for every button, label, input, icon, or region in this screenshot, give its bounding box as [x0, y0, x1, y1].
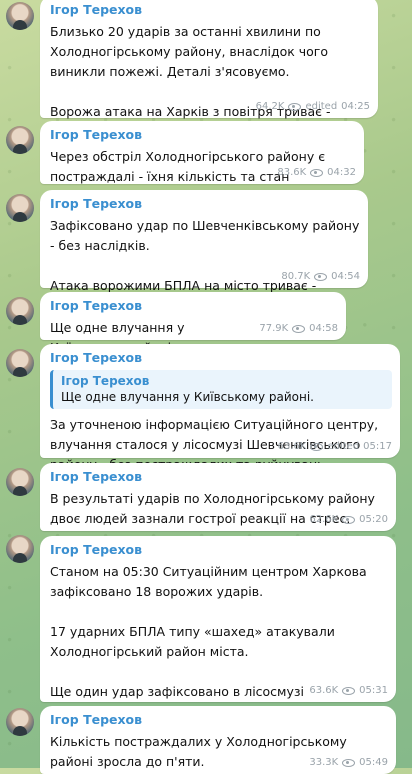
author-name[interactable]: Ігор Терехов: [50, 2, 370, 18]
views-count: 80.7K: [281, 271, 311, 282]
eye-icon: [310, 442, 324, 451]
message-bubble[interactable]: Ігор Терехов В результаті ударів по Холо…: [40, 463, 396, 531]
message-bubble[interactable]: Ігор Терехов Зафіксовано удар по Шевченк…: [40, 190, 368, 313]
edited-label: edited: [327, 441, 360, 452]
message-time: 04:54: [331, 271, 360, 282]
views-count: 63.6K: [309, 685, 339, 696]
eye-icon: [310, 168, 324, 177]
eye-icon: [342, 758, 356, 767]
avatar[interactable]: [6, 349, 34, 377]
avatar[interactable]: [6, 708, 34, 736]
message-meta: 77.9K 04:58: [259, 323, 338, 334]
avatar[interactable]: [6, 535, 34, 563]
message-time: 04:58: [309, 323, 338, 334]
message-meta: 80.7K 04:54: [281, 271, 360, 282]
edited-label: edited: [305, 101, 338, 112]
author-name[interactable]: Ігор Терехов: [50, 298, 338, 314]
author-name[interactable]: Ігор Терехов: [50, 469, 388, 485]
message-meta: 63.6K edited 05:17: [278, 441, 392, 452]
message-meta: 62.6K 05:20: [309, 514, 388, 525]
author-name[interactable]: Ігор Терехов: [50, 712, 388, 728]
eye-icon: [342, 515, 356, 524]
message-meta: 33.3K 05:49: [309, 757, 388, 768]
message-bubble[interactable]: Ігор Терехов Через обстріл Холодногірськ…: [40, 121, 364, 204]
views-count: 62.6K: [309, 514, 339, 525]
message-meta: 64.2K edited 04:25: [256, 101, 370, 112]
message-time: 05:20: [359, 514, 388, 525]
message-time: 05:31: [359, 685, 388, 696]
message-bubble[interactable]: Ігор Терехов Близько 20 ударів за останн…: [40, 0, 378, 139]
views-count: 83.6K: [277, 167, 307, 178]
views-count: 77.9K: [259, 323, 289, 334]
author-name[interactable]: Ігор Терехов: [50, 196, 360, 212]
avatar[interactable]: [6, 297, 34, 325]
quote-author: Ігор Терехов: [61, 374, 150, 388]
avatar[interactable]: [6, 194, 34, 222]
views-count: 63.6K: [277, 441, 307, 452]
message-bubble[interactable]: Ігор Терехов Ще одне влучання у Київсько…: [40, 292, 346, 355]
author-name[interactable]: Ігор Терехов: [50, 542, 388, 558]
message-bubble[interactable]: Ігор Терехов Кількість постраждалих у Хо…: [40, 706, 396, 774]
message-text: Станом на 05:30 Ситуаційним центром Харк…: [50, 564, 367, 719]
message-time: 04:25: [341, 101, 370, 112]
eye-icon: [342, 686, 356, 695]
message-meta: 63.6K 05:31: [309, 685, 388, 696]
quote-text: Ще одне влучання у Київському районі.: [61, 390, 314, 404]
views-count: 64.2K: [255, 101, 285, 112]
avatar[interactable]: [6, 126, 34, 154]
views-count: 33.3K: [309, 757, 339, 768]
reply-quote[interactable]: Ігор Терехов Ще одне влучання у Київсько…: [50, 370, 392, 409]
message-bubble[interactable]: Ігор Терехов Ігор Терехов Ще одне влучан…: [40, 344, 400, 472]
message-time: 04:32: [327, 167, 356, 178]
message-bubble[interactable]: Ігор Терехов Станом на 05:30 Ситуаційним…: [40, 536, 396, 719]
author-name[interactable]: Ігор Терехов: [50, 127, 356, 143]
eye-icon: [314, 272, 328, 281]
author-name[interactable]: Ігор Терехов: [50, 350, 392, 366]
avatar[interactable]: [6, 2, 34, 30]
eye-icon: [292, 324, 306, 333]
message-meta: 83.6K 04:32: [277, 167, 356, 178]
message-time: 05:49: [359, 757, 388, 768]
message-time: 05:17: [363, 441, 392, 452]
eye-icon: [288, 102, 302, 111]
avatar[interactable]: [6, 468, 34, 496]
